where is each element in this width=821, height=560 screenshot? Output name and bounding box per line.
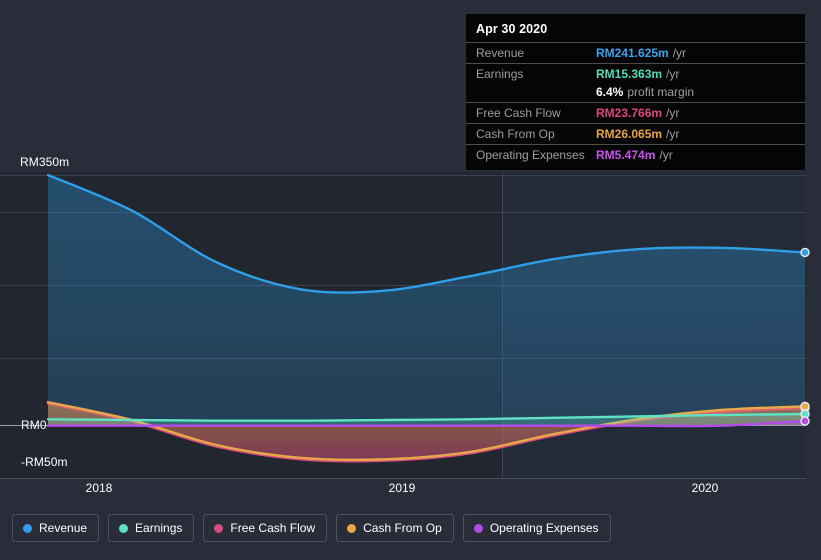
tooltip-rows: Revenue RM241.625m/yr Earnings RM15.363m/yr… xyxy=(466,42,805,165)
tooltip-row-label: Operating Expenses xyxy=(476,148,585,162)
series-endpoint-operating-expenses xyxy=(800,416,810,426)
legend-color-dot-icon xyxy=(473,523,483,533)
tooltip-profit-margin-unit: profit margin xyxy=(627,85,695,99)
y-axis-label-top: RM350m xyxy=(20,155,70,169)
tooltip-row-unit: /yr xyxy=(666,127,680,141)
tooltip-row-label: Cash From Op xyxy=(476,127,555,141)
tooltip-row: 6.4% profit margin xyxy=(466,84,805,102)
tooltip-row-unit: /yr xyxy=(666,106,680,120)
x-axis-label-2019: 2019 xyxy=(388,481,416,495)
financial-chart-widget: RM350m RM0 -RM50m 2018 2019 2020 Apr 30 … xyxy=(0,0,821,560)
legend-color-dot-icon xyxy=(214,523,224,533)
tooltip-row-unit: /yr xyxy=(666,67,680,81)
legend-item-label: Cash From Op xyxy=(363,521,442,535)
legend-item-operating-expenses[interactable]: Operating Expenses xyxy=(462,514,611,542)
tooltip-row-unit: /yr xyxy=(659,148,673,162)
x-axis-label-2018: 2018 xyxy=(85,481,113,495)
tooltip-row: Earnings RM15.363m/yr xyxy=(466,63,805,84)
legend-color-dot-icon xyxy=(23,523,32,533)
tooltip-row: Cash From Op RM26.065m/yr xyxy=(466,123,805,144)
y-axis-label-bottom: -RM50m xyxy=(21,455,68,469)
x-axis-label-2020: 2020 xyxy=(691,481,719,495)
chart-tooltip: Apr 30 2020 Revenue RM241.625m/yr Earnings… xyxy=(466,14,805,170)
legend-item-label: Operating Expenses xyxy=(489,521,599,535)
legend-item-revenue[interactable]: Revenue xyxy=(12,514,100,542)
tooltip-profit-margin-value: 6.4% xyxy=(596,85,624,99)
tooltip-row-value: RM26.065m xyxy=(596,127,663,141)
tooltip-row: Revenue RM241.625m/yr xyxy=(466,42,805,63)
chart-legend: Revenue Earnings Free Cash Flow Cash From O… xyxy=(12,514,611,542)
series-endpoint-cash-from-op xyxy=(800,401,810,412)
tooltip-row-value: RM5.474m xyxy=(596,148,656,162)
legend-color-dot-icon xyxy=(347,523,357,533)
series-endpoint-revenue xyxy=(800,247,810,258)
tooltip-row: Free Cash Flow RM23.766m/yr xyxy=(466,102,805,123)
legend-item-label: Earnings xyxy=(135,521,183,535)
series-area-revenue xyxy=(48,175,805,425)
y-axis-label-zero: RM0 xyxy=(21,418,47,432)
tooltip-row-value: RM241.625m xyxy=(596,46,669,60)
legend-item-label: Free Cash Flow xyxy=(230,521,316,535)
tooltip-row-value: RM23.766m xyxy=(596,106,663,120)
tooltip-row: Operating Expenses RM5.474m/yr xyxy=(466,144,805,165)
tooltip-row-label: Free Cash Flow xyxy=(476,106,561,120)
legend-color-dot-icon xyxy=(119,523,129,533)
legend-item-cash-from-op[interactable]: Cash From Op xyxy=(336,514,454,542)
legend-item-label: Revenue xyxy=(39,521,88,535)
tooltip-row-unit: /yr xyxy=(672,46,687,60)
legend-item-free-cash-flow[interactable]: Free Cash Flow xyxy=(203,514,328,542)
tooltip-row-label: Earnings xyxy=(476,67,524,81)
tooltip-row-value: RM15.363m xyxy=(596,67,663,81)
legend-item-earnings[interactable]: Earnings xyxy=(108,514,195,542)
tooltip-title: Apr 30 2020 xyxy=(476,22,548,36)
tooltip-row-label: Revenue xyxy=(476,46,525,60)
